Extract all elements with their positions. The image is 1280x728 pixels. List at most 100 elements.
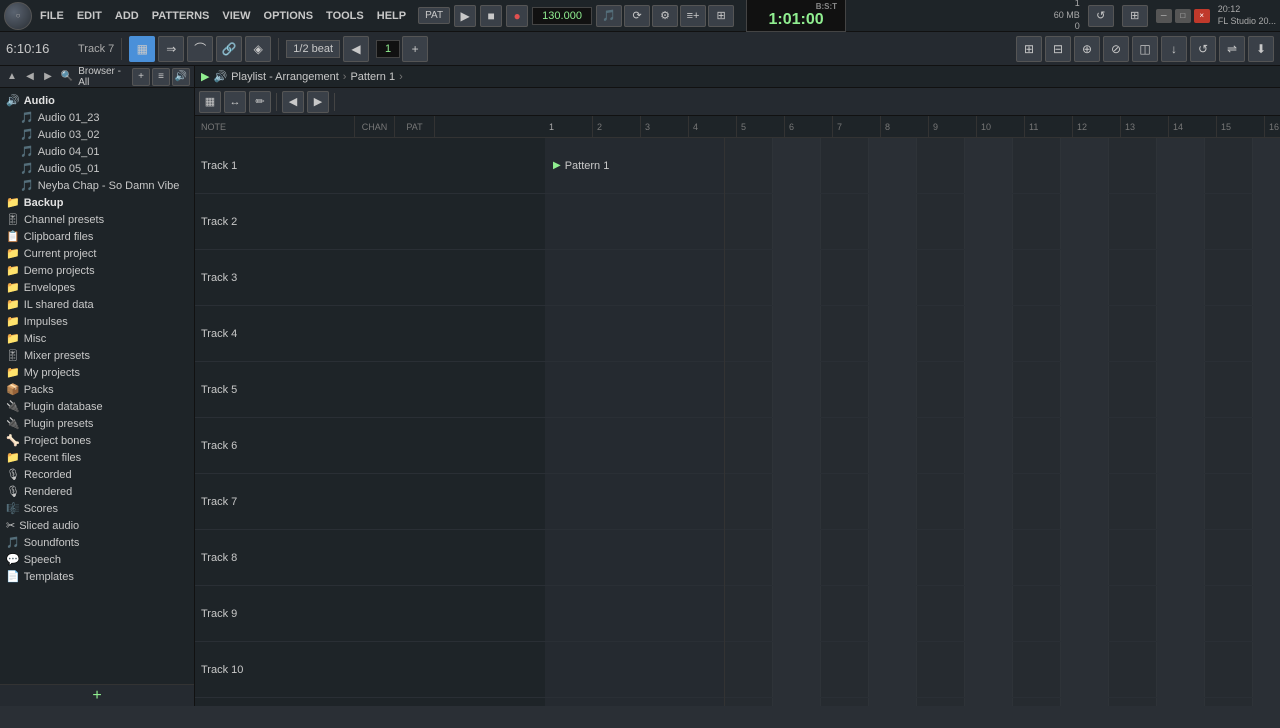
gc-9-8[interactable] bbox=[1061, 586, 1109, 641]
gc-5-4[interactable] bbox=[869, 362, 917, 417]
gc-9-1[interactable] bbox=[725, 586, 773, 641]
gc-10-11[interactable] bbox=[1205, 642, 1253, 697]
beat-selector[interactable]: 1/2 beat bbox=[286, 40, 340, 58]
gc-9-3[interactable] bbox=[821, 586, 869, 641]
pattern-item-1[interactable]: ▶ Pattern 1 bbox=[545, 138, 724, 194]
gc-5-5[interactable] bbox=[917, 362, 965, 417]
gc-5-8[interactable] bbox=[1061, 362, 1109, 417]
gc-9-12[interactable] bbox=[1253, 586, 1280, 641]
browser-item-neyba[interactable]: 🎵 Neyba Chap - So Damn Vibe bbox=[0, 177, 194, 194]
browser-item-project-bones[interactable]: 🦴 Project bones bbox=[0, 432, 194, 449]
gc-7-10[interactable] bbox=[1157, 474, 1205, 529]
grid-cell-1-4[interactable] bbox=[869, 138, 917, 193]
gc-6-7[interactable] bbox=[1013, 418, 1061, 473]
gc-4-12[interactable] bbox=[1253, 306, 1280, 361]
browser-item-channel-presets[interactable]: 🎚 Channel presets bbox=[0, 211, 194, 228]
browser-item-mixer-presets[interactable]: 🎚 Mixer presets bbox=[0, 347, 194, 364]
close-button[interactable]: × bbox=[1194, 9, 1210, 23]
browser-item-audio04[interactable]: 🎵 Audio 04_01 bbox=[0, 143, 194, 160]
browser-item-demo-projects[interactable]: 📁 Demo projects bbox=[0, 262, 194, 279]
gc-4-9[interactable] bbox=[1109, 306, 1157, 361]
refresh-btn[interactable]: ↺ bbox=[1190, 36, 1216, 62]
browser-volume-btn[interactable]: 🔊 bbox=[172, 68, 190, 86]
link-btn[interactable]: 🔗 bbox=[216, 36, 242, 62]
gc-8-12[interactable] bbox=[1253, 530, 1280, 585]
gc-7-9[interactable] bbox=[1109, 474, 1157, 529]
gc-4-8[interactable] bbox=[1061, 306, 1109, 361]
mute-btn[interactable]: ⊘ bbox=[1103, 36, 1129, 62]
menu-edit[interactable]: EDIT bbox=[71, 6, 108, 26]
browser-item-clipboard[interactable]: 📋 Clipboard files bbox=[0, 228, 194, 245]
gc-3-8[interactable] bbox=[1061, 250, 1109, 305]
gc-5-6[interactable] bbox=[965, 362, 1013, 417]
gc-5-9[interactable] bbox=[1109, 362, 1157, 417]
arrow-down-btn[interactable]: ↓ bbox=[1161, 36, 1187, 62]
grid-cell-2-3[interactable] bbox=[821, 194, 869, 249]
browser-item-recent-files[interactable]: 📁 Recent files bbox=[0, 449, 194, 466]
gc-7-2[interactable] bbox=[773, 474, 821, 529]
gc-7-11[interactable] bbox=[1205, 474, 1253, 529]
grid-cell-1-1[interactable] bbox=[725, 138, 773, 193]
gc-5-1[interactable] bbox=[725, 362, 773, 417]
maximize-button[interactable]: □ bbox=[1175, 9, 1191, 23]
gc-11-10[interactable] bbox=[1157, 698, 1205, 706]
record-button[interactable]: ● bbox=[506, 5, 528, 27]
gc-8-4[interactable] bbox=[869, 530, 917, 585]
grid-cell-2-11[interactable] bbox=[1205, 194, 1253, 249]
pat-button[interactable]: PAT bbox=[418, 7, 450, 24]
browser-item-impulses[interactable]: 📁 Impulses bbox=[0, 313, 194, 330]
metronome-icon[interactable]: 🎵 bbox=[596, 5, 622, 27]
gc-5-10[interactable] bbox=[1157, 362, 1205, 417]
gc-9-10[interactable] bbox=[1157, 586, 1205, 641]
gc-6-5[interactable] bbox=[917, 418, 965, 473]
grid-cell-2-2[interactable] bbox=[773, 194, 821, 249]
playlist-icon[interactable]: ≡+ bbox=[680, 5, 706, 27]
gc-4-5[interactable] bbox=[917, 306, 965, 361]
gc-5-11[interactable] bbox=[1205, 362, 1253, 417]
count-up-btn[interactable]: + bbox=[402, 36, 428, 62]
gc-5-7[interactable] bbox=[1013, 362, 1061, 417]
pt-scroll-right-btn[interactable]: ▶ bbox=[307, 91, 329, 113]
zip-btn[interactable]: ⊟ bbox=[1045, 36, 1071, 62]
gc-9-11[interactable] bbox=[1205, 586, 1253, 641]
grid-cell-2-12[interactable] bbox=[1253, 194, 1280, 249]
grid-cell-2-7[interactable] bbox=[1013, 194, 1061, 249]
gc-3-3[interactable] bbox=[821, 250, 869, 305]
gc-8-1[interactable] bbox=[725, 530, 773, 585]
gc-4-3[interactable] bbox=[821, 306, 869, 361]
reset-icon[interactable]: ↺ bbox=[1088, 5, 1114, 27]
grid-cell-2-1[interactable] bbox=[725, 194, 773, 249]
grid-cell-2-6[interactable] bbox=[965, 194, 1013, 249]
browser-item-audio01[interactable]: 🎵 Audio 01_23 bbox=[0, 109, 194, 126]
gc-3-7[interactable] bbox=[1013, 250, 1061, 305]
gc-4-10[interactable] bbox=[1157, 306, 1205, 361]
browser-item-soundfonts[interactable]: 🎵 Soundfonts bbox=[0, 534, 194, 551]
browser-item-audio03[interactable]: 🎵 Audio 03_02 bbox=[0, 126, 194, 143]
gc-7-12[interactable] bbox=[1253, 474, 1280, 529]
grid-cell-1-8[interactable] bbox=[1061, 138, 1109, 193]
gc-8-5[interactable] bbox=[917, 530, 965, 585]
grid-cell-1-12[interactable] bbox=[1253, 138, 1280, 193]
gc-11-9[interactable] bbox=[1109, 698, 1157, 706]
gc-10-6[interactable] bbox=[965, 642, 1013, 697]
copy-btn[interactable]: ⊞ bbox=[1016, 36, 1042, 62]
pt-step-btn[interactable]: ▦ bbox=[199, 91, 221, 113]
gc-11-12[interactable] bbox=[1253, 698, 1280, 706]
gc-3-2[interactable] bbox=[773, 250, 821, 305]
mixer-icon[interactable]: ⊞ bbox=[708, 5, 734, 27]
gc-3-11[interactable] bbox=[1205, 250, 1253, 305]
gc-4-1[interactable] bbox=[725, 306, 773, 361]
grid-cell-1-11[interactable] bbox=[1205, 138, 1253, 193]
grid-cell-2-10[interactable] bbox=[1157, 194, 1205, 249]
gc-3-5[interactable] bbox=[917, 250, 965, 305]
gc-3-10[interactable] bbox=[1157, 250, 1205, 305]
gc-8-9[interactable] bbox=[1109, 530, 1157, 585]
gc-4-7[interactable] bbox=[1013, 306, 1061, 361]
gc-4-6[interactable] bbox=[965, 306, 1013, 361]
gc-9-9[interactable] bbox=[1109, 586, 1157, 641]
gc-6-12[interactable] bbox=[1253, 418, 1280, 473]
stop-button[interactable]: ■ bbox=[480, 5, 502, 27]
gc-11-1[interactable] bbox=[725, 698, 773, 706]
smooth-btn[interactable]: ⌒ bbox=[187, 36, 213, 62]
menu-patterns[interactable]: PATTERNS bbox=[146, 6, 216, 26]
